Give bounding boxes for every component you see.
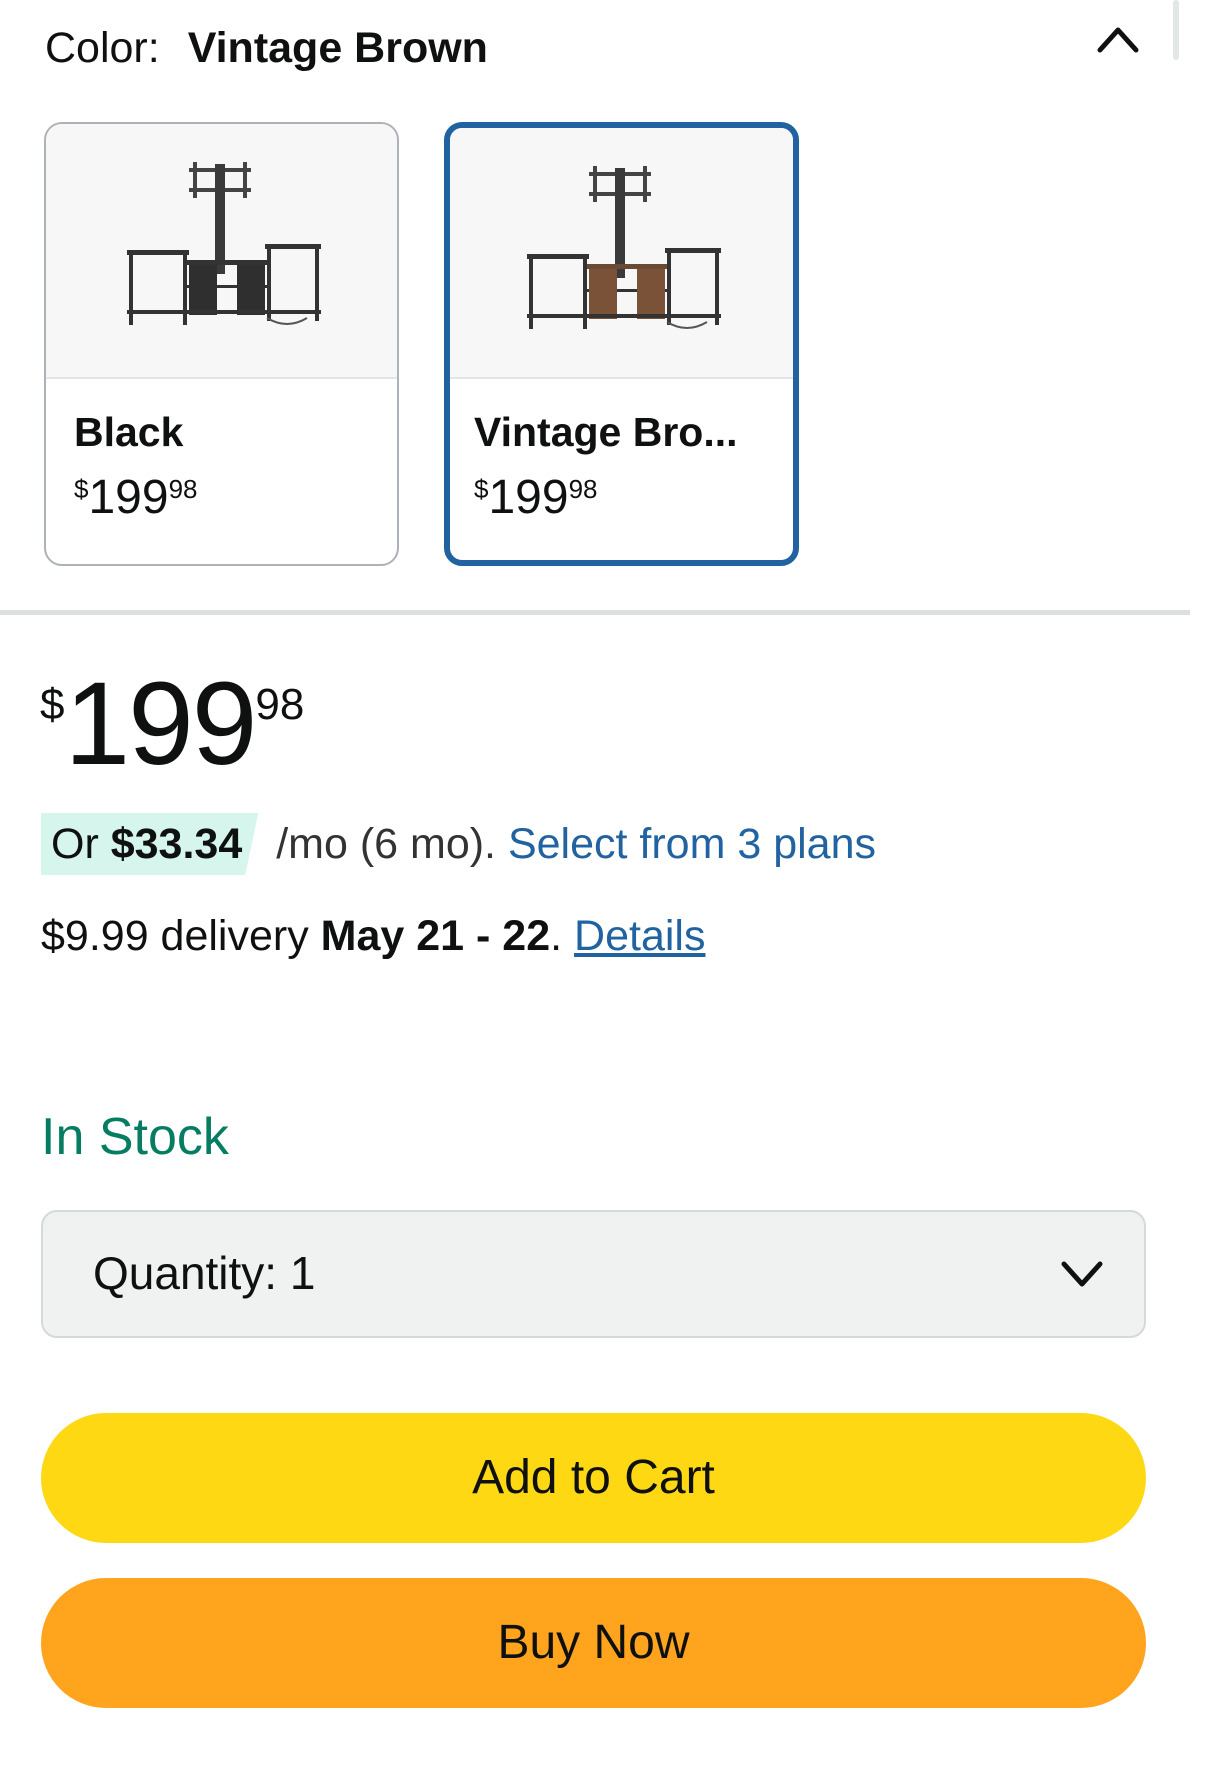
chevron-down-icon [1058,1254,1106,1294]
delivery-info: $9.99 delivery May 21 - 22. Details [41,912,706,960]
chevron-up-icon[interactable] [1094,20,1142,56]
section-divider [0,610,1190,615]
add-to-cart-button[interactable]: Add to Cart [41,1413,1146,1543]
color-option-black[interactable]: Black $19998 [44,122,399,566]
color-option-price: $19998 [474,471,598,524]
scrollbar[interactable] [1173,0,1179,60]
stock-status: In Stock [41,1108,229,1166]
color-label: Color: [45,24,160,72]
financing-offer: Or $33.34 /mo (6 mo). Select from 3 plan… [41,813,876,875]
color-selected-value: Vintage Brown [187,24,488,72]
financing-badge: Or $33.34 [41,813,259,875]
financing-amount: $33.34 [110,820,243,868]
price-whole: 199 [64,658,257,790]
color-header: Color: Vintage Brown [45,22,488,74]
quantity-selector[interactable]: Quantity: 1 [41,1210,1146,1338]
product-price: $19998 [40,665,304,783]
quantity-label: Quantity: 1 [93,1247,316,1299]
color-option-name: Vintage Bro... [474,409,738,455]
price-currency: $ [40,680,65,729]
financing-term: /mo (6 mo). [264,820,508,868]
select-plans-link[interactable]: Select from 3 plans [508,820,876,868]
buy-now-button[interactable]: Buy Now [41,1578,1146,1708]
quantity-value: 1 [289,1247,316,1299]
color-option-price: $19998 [74,471,198,524]
product-thumbnail-black [46,124,397,379]
delivery-dates: May 21 - 22 [320,912,551,960]
color-option-vintage-brown[interactable]: Vintage Bro... $19998 [444,122,799,566]
product-thumbnail-vintage-brown [450,128,793,379]
delivery-cost: $9.99 delivery [41,912,321,960]
color-option-name: Black [74,409,184,455]
delivery-details-link[interactable]: Details [574,912,705,960]
price-fraction: 98 [255,680,305,729]
